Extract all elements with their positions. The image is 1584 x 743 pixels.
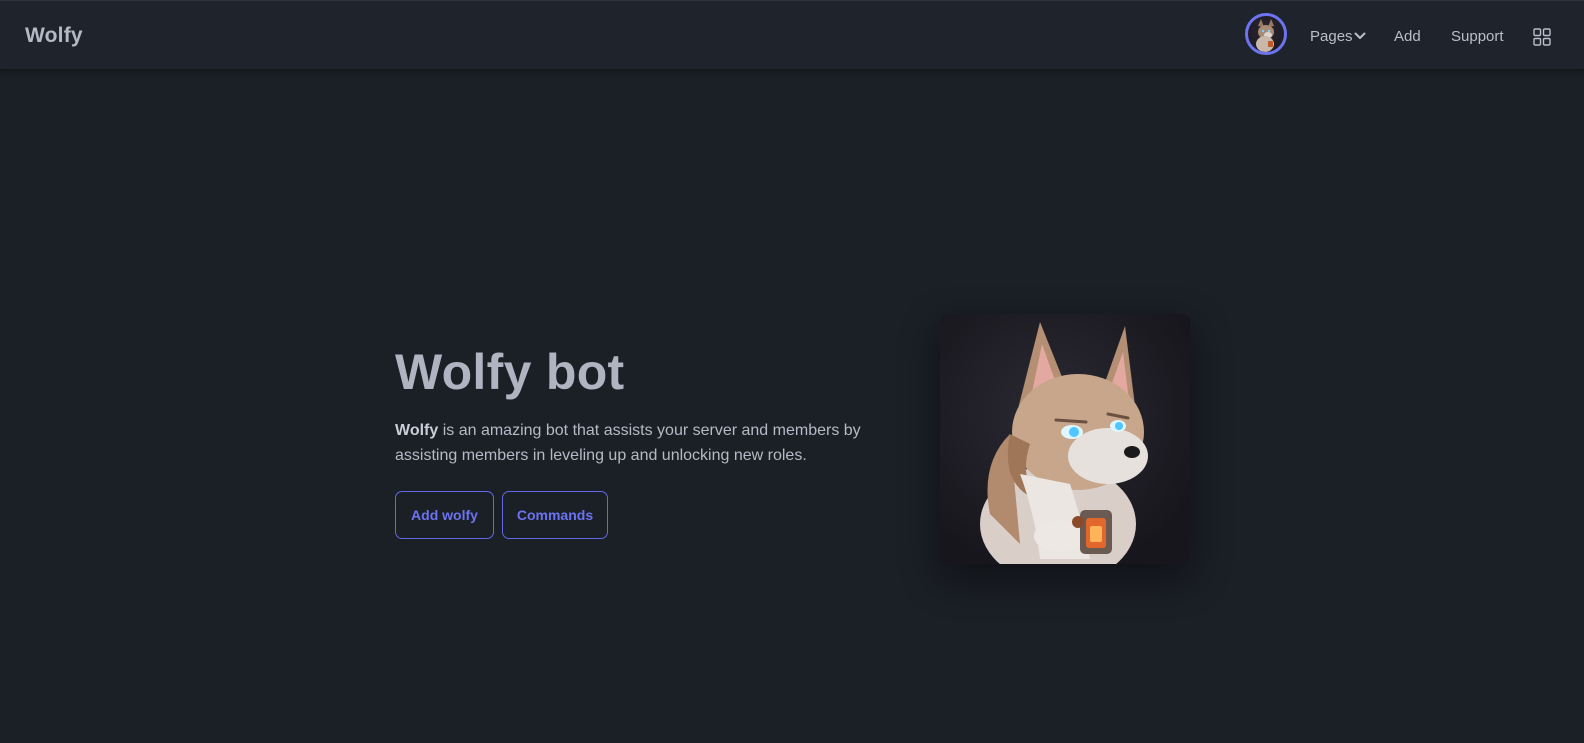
grid-icon[interactable] <box>1533 28 1551 46</box>
hero-description: Wolfy is an amazing bot that assists you… <box>395 418 865 468</box>
hero-description-text: is an amazing bot that assists your serv… <box>395 422 861 464</box>
hero-title: Wolfy bot <box>395 344 625 400</box>
wolf-illustration <box>940 314 1190 564</box>
wolf-illustration-icon <box>980 322 1148 564</box>
chevron-down-icon[interactable] <box>1354 31 1366 41</box>
brand-logo[interactable]: Wolfy <box>25 24 83 48</box>
add-wolfy-button[interactable]: Add wolfy <box>395 491 494 539</box>
wolf-avatar-icon <box>1256 19 1274 52</box>
user-avatar[interactable] <box>1245 13 1287 55</box>
nav-link-pages[interactable]: Pages <box>1310 28 1353 45</box>
hero-description-brand: Wolfy <box>395 422 439 439</box>
nav-link-add[interactable]: Add <box>1394 28 1421 45</box>
commands-button[interactable]: Commands <box>502 491 608 539</box>
top-navbar: Wolfy Pages Add Support <box>0 0 1584 70</box>
nav-link-support[interactable]: Support <box>1451 28 1504 45</box>
